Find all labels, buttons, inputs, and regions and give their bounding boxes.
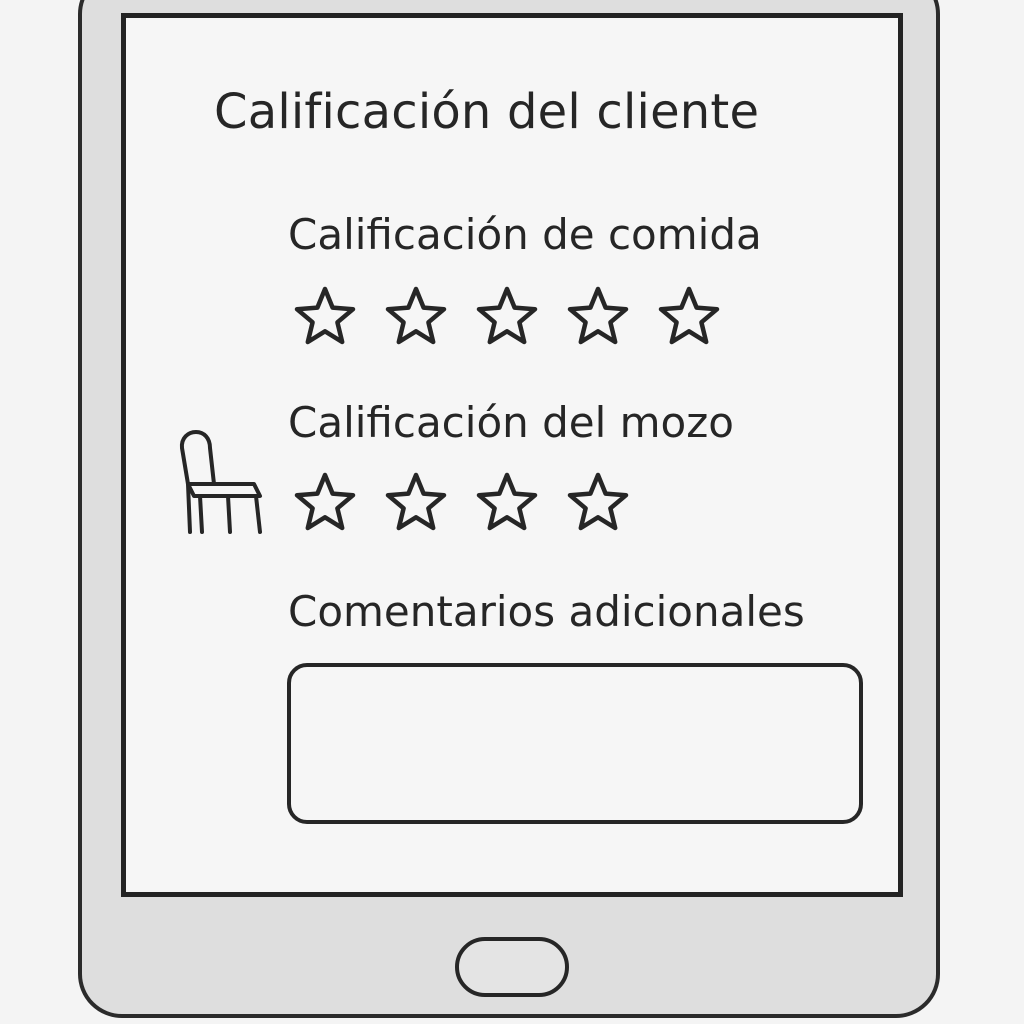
chair-icon bbox=[179, 430, 262, 534]
page-title: Calificación del cliente bbox=[214, 84, 760, 140]
star-outline-icon[interactable] bbox=[474, 470, 540, 536]
waiter-rating-label: Calificación del mozo bbox=[288, 398, 734, 447]
page: Calificación del cliente Calificación de… bbox=[0, 0, 1024, 1024]
star-outline-icon[interactable] bbox=[474, 284, 540, 350]
comments-textarea[interactable] bbox=[287, 663, 863, 824]
star-outline-icon[interactable] bbox=[292, 470, 358, 536]
star-outline-icon[interactable] bbox=[565, 470, 631, 536]
star-outline-icon[interactable] bbox=[383, 470, 449, 536]
food-rating-stars bbox=[292, 284, 722, 350]
food-rating-label: Calificación de comida bbox=[288, 210, 762, 259]
waiter-rating-stars bbox=[292, 470, 631, 536]
star-outline-icon[interactable] bbox=[383, 284, 449, 350]
star-outline-icon[interactable] bbox=[656, 284, 722, 350]
comments-label: Comentarios adicionales bbox=[288, 587, 805, 636]
star-outline-icon[interactable] bbox=[565, 284, 631, 350]
star-outline-icon[interactable] bbox=[292, 284, 358, 350]
home-button[interactable] bbox=[455, 937, 569, 997]
